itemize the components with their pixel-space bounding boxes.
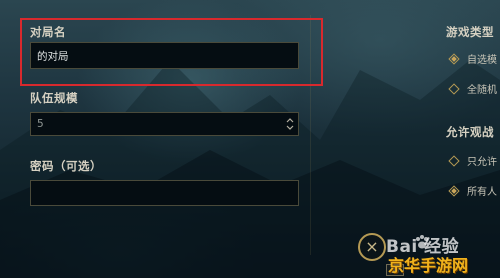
close-button[interactable]: × (358, 233, 386, 261)
spectate-option-label: 所有人 (467, 187, 497, 198)
spectate-option-all[interactable]: 所有人 (448, 183, 497, 198)
game-type-option-all-random[interactable]: 全随机 (448, 81, 497, 96)
stepper-arrows-icon[interactable] (286, 117, 294, 131)
radio-diamond-icon (448, 52, 460, 65)
lobby-name-input[interactable]: 的对局 (30, 42, 299, 69)
team-size-select[interactable]: 5 (30, 112, 299, 136)
radio-diamond-icon (448, 82, 460, 95)
game-type-option-label: 自选模 (467, 55, 497, 66)
password-label: 密码（可选） (30, 159, 102, 173)
baidu-paw-icon (416, 235, 428, 249)
radio-diamond-icon (448, 184, 460, 197)
spectate-option-lobby-only[interactable]: 只允许 (448, 153, 497, 168)
game-type-label: 游戏类型 (446, 25, 494, 39)
game-type-option-label: 全随机 (467, 85, 497, 96)
team-size-label: 队伍规模 (30, 91, 78, 105)
spectate-label: 允许观战 (446, 125, 494, 139)
site-watermark: 京华手游网 (388, 256, 469, 275)
password-input[interactable] (30, 180, 299, 206)
team-size-value: 5 (37, 118, 44, 130)
game-type-option-blind-pick[interactable]: 自选模 (448, 51, 497, 66)
close-icon: × (365, 237, 379, 256)
spectate-option-label: 只允许 (467, 157, 497, 168)
lobby-name-value: 的对局 (37, 50, 69, 62)
radio-diamond-icon (448, 154, 460, 167)
